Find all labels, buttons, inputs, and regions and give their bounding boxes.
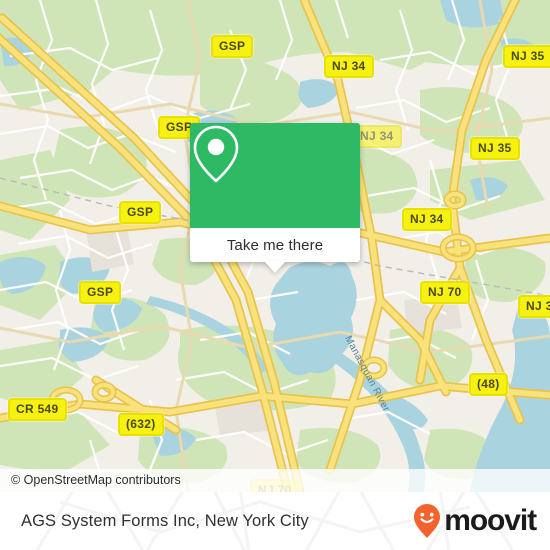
road-shield: NJ 70 <box>420 281 470 304</box>
map-canvas[interactable]: Manasquan River GSP NJ 34 NJ 35 GSP NJ 34 NJ … <box>0 0 550 492</box>
popup-tail-pointer <box>264 261 286 273</box>
road-shield: (632) <box>118 413 164 436</box>
osm-attribution[interactable]: © OpenStreetMap contributors <box>0 469 550 492</box>
road-shield: NJ 34 <box>402 208 452 231</box>
moovit-smiley-pin-icon <box>414 504 441 538</box>
footer-content: AGS System Forms Inc, New York City moov… <box>0 492 550 550</box>
moovit-brand[interactable]: moovit <box>412 503 537 539</box>
road-shield: (48) <box>469 373 508 396</box>
road-shield: CR 549 <box>8 398 67 421</box>
road-shield: GSP <box>211 35 254 58</box>
place-title: AGS System Forms Inc, New York City <box>21 511 309 530</box>
moovit-wordmark: moovit <box>444 504 537 537</box>
road-shield: NJ 34 <box>324 55 374 78</box>
footer-bar: AGS System Forms Inc, New York City moov… <box>0 492 550 550</box>
location-popup[interactable]: Take me there <box>190 123 360 273</box>
road-shield: NJ 35 <box>470 137 520 160</box>
take-me-there-label: Take me there <box>226 236 324 254</box>
road-shield: GSP <box>79 281 122 304</box>
take-me-there-button[interactable]: Take me there <box>190 228 360 273</box>
map-pin-icon <box>193 125 239 183</box>
road-shield: NJ 35 <box>503 45 550 68</box>
road-shield: GSP <box>119 201 162 224</box>
moovit-map-page: Manasquan River GSP NJ 34 NJ 35 GSP NJ 34 NJ … <box>0 0 550 550</box>
popup-image-area <box>190 123 360 228</box>
road-shield: NJ 35 <box>518 295 550 318</box>
